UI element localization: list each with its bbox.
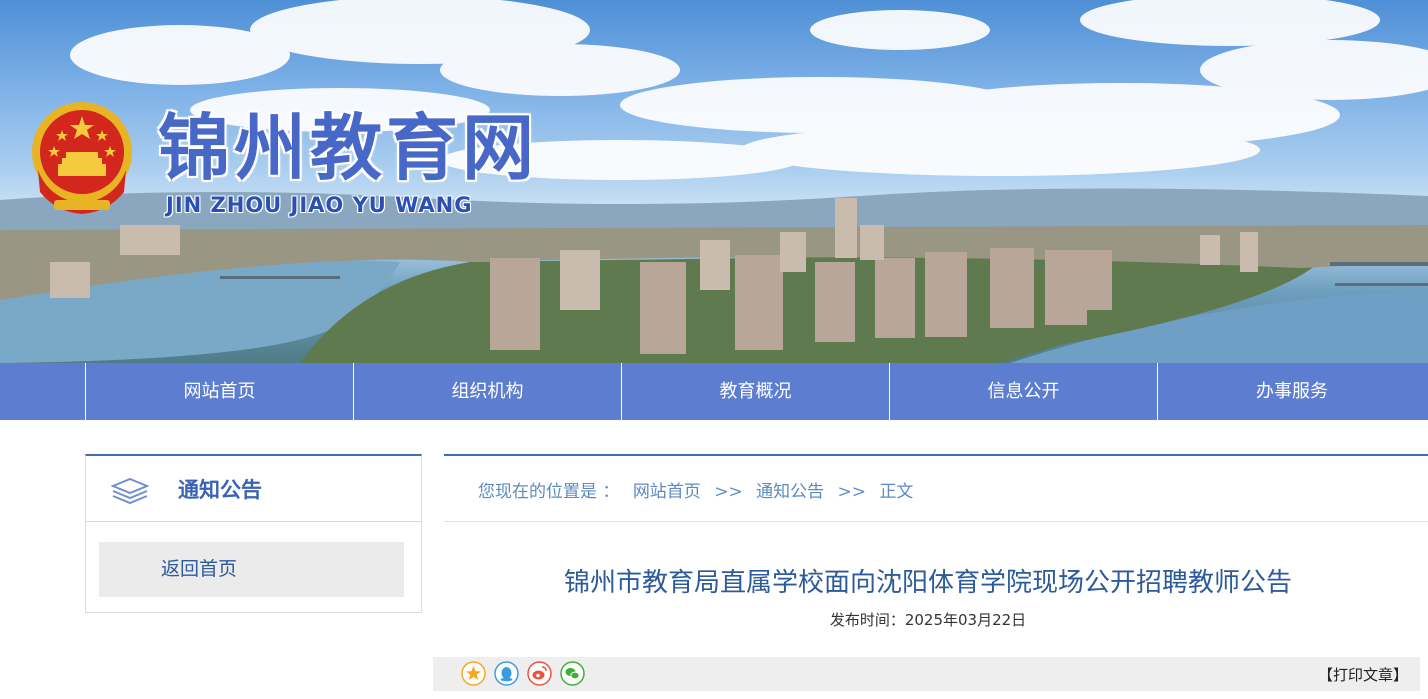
header-banner: 锦州教育网 JIN ZHOU JIAO YU WANG — [0, 0, 1428, 363]
breadcrumb-notice-link[interactable]: 通知公告 — [756, 482, 824, 502]
nav-item-services[interactable]: 办事服务 — [1158, 363, 1426, 420]
nav-item-organization[interactable]: 组织机构 — [354, 363, 622, 420]
main-nav: 网站首页 组织机构 教育概况 信息公开 办事服务 — [0, 363, 1428, 420]
breadcrumb-separator: >> — [837, 482, 867, 502]
national-emblem-icon — [32, 102, 132, 214]
weibo-icon[interactable] — [527, 661, 552, 686]
wechat-icon[interactable] — [560, 661, 585, 686]
breadcrumb-separator: >> — [714, 482, 743, 502]
article-publish-time: 发布时间：2025年03月22日 — [829, 611, 1027, 629]
nav-item-information-disclosure[interactable]: 信息公开 — [890, 363, 1158, 420]
sidebar-header: 通知公告 — [86, 456, 421, 522]
favorite-star-icon[interactable] — [461, 661, 486, 686]
breadcrumb-current: 正文 — [879, 482, 914, 502]
site-title: 锦州教育网 — [158, 105, 539, 190]
site-pinyin: JIN ZHOU JIAO YU WANG — [166, 193, 473, 217]
breadcrumb-prefix: 您现在的位置是 ： — [478, 482, 620, 502]
sidebar-title: 通知公告 — [178, 478, 262, 502]
qq-icon[interactable] — [494, 661, 519, 686]
print-article-button[interactable]: 【打印文章】 — [1318, 664, 1408, 685]
nav-item-education-overview[interactable]: 教育概况 — [622, 363, 890, 420]
sidebar: 通知公告 返回首页 — [85, 454, 422, 613]
article-toolbar: 【打印文章】 — [433, 657, 1420, 691]
breadcrumb: 您现在的位置是 ： 网站首页 >> 通知公告 >> 正文 — [444, 454, 1428, 522]
article-title: 锦州市教育局直属学校面向沈阳体育学院现场公开招聘教师公告 — [563, 568, 1292, 598]
nav-item-home[interactable]: 网站首页 — [86, 363, 354, 420]
layers-icon — [110, 477, 150, 504]
sidebar-link-back-home[interactable]: 返回首页 — [99, 542, 404, 597]
breadcrumb-home-link[interactable]: 网站首页 — [633, 482, 701, 502]
